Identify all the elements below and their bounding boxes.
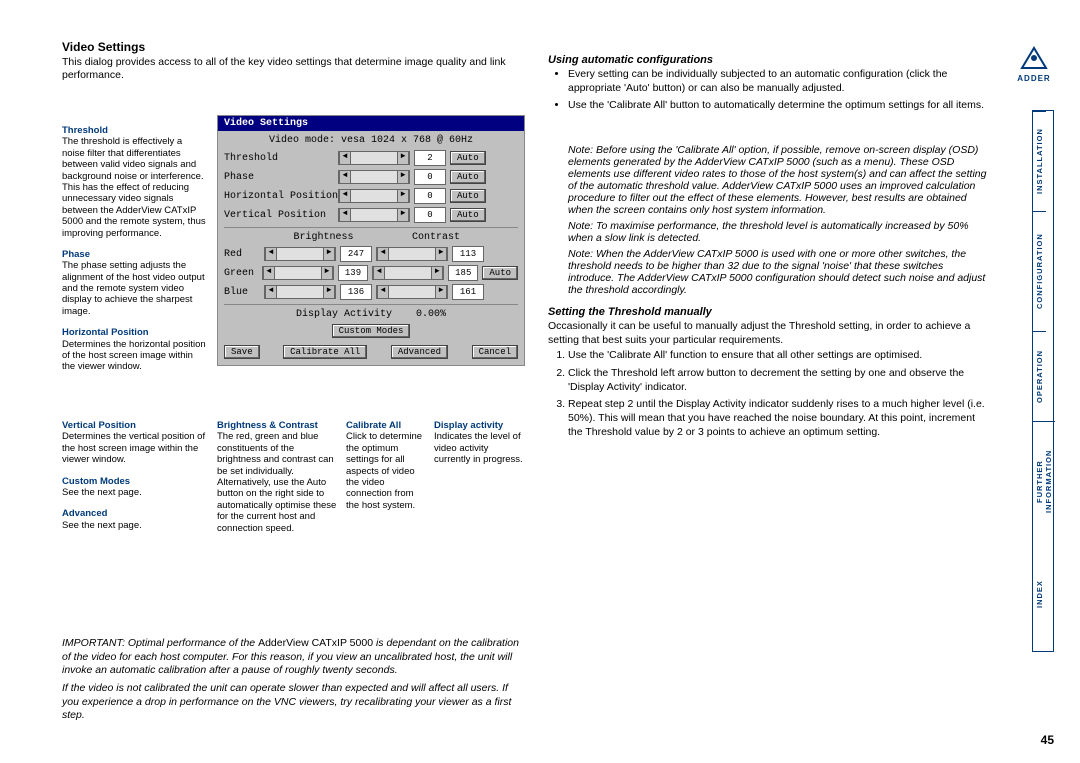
arrow-right-icon[interactable]: ►: [435, 286, 447, 298]
brightness-value[interactable]: 136: [340, 284, 372, 300]
note-text: Note: When the AdderView CATxIP 5000 is …: [568, 248, 988, 296]
slider[interactable]: ◄►: [264, 285, 336, 299]
intro-text: This dialog provides access to all of th…: [62, 56, 522, 82]
display-activity-label: Display Activity: [296, 309, 392, 320]
value-field[interactable]: 0: [414, 188, 446, 204]
definition-block: AdvancedSee the next page.: [62, 508, 207, 531]
value-field[interactable]: 2: [414, 150, 446, 166]
heading-auto-config: Using automatic configurations: [548, 54, 988, 66]
auto-button[interactable]: Auto: [450, 151, 486, 165]
manual-intro: Occasionally it can be useful to manuall…: [548, 320, 988, 347]
setting-row: Phase◄►0Auto: [224, 169, 518, 185]
cancel-button[interactable]: Cancel: [472, 345, 518, 359]
arrow-left-icon[interactable]: ◄: [377, 248, 389, 260]
slider[interactable]: ◄►: [264, 247, 336, 261]
bullet-item: Use the 'Calibrate All' button to automa…: [568, 99, 988, 140]
slider[interactable]: ◄►: [372, 266, 444, 280]
calibrate-all-button[interactable]: Calibrate All: [283, 345, 367, 359]
arrow-right-icon[interactable]: ►: [397, 209, 409, 221]
arrow-left-icon[interactable]: ◄: [377, 286, 389, 298]
brightness-value[interactable]: 247: [340, 246, 372, 262]
contrast-value[interactable]: 161: [452, 284, 484, 300]
definition-block: Display activityIndicates the level of v…: [434, 420, 524, 466]
setting-row: Vertical Position◄►0Auto: [224, 207, 518, 223]
definition-block: ThresholdThe threshold is effectively a …: [62, 125, 207, 239]
slider[interactable]: ◄►: [338, 208, 410, 222]
arrow-right-icon[interactable]: ►: [321, 267, 333, 279]
step-item: Click the Threshold left arrow button to…: [568, 367, 988, 394]
brightness-value[interactable]: 139: [338, 265, 368, 281]
arrow-left-icon[interactable]: ◄: [339, 152, 351, 164]
nav-tab[interactable]: CONFIGURATION: [1033, 211, 1046, 331]
color-row: Red◄►247◄►113: [224, 246, 518, 262]
contrast-value[interactable]: 113: [452, 246, 484, 262]
adder-logo: ADDER: [1014, 44, 1054, 83]
heading-manual-threshold: Setting the Threshold manually: [548, 306, 988, 318]
definition-block: Brightness & ContrastThe red, green and …: [217, 420, 337, 534]
custom-modes-button[interactable]: Custom Modes: [332, 324, 411, 338]
contrast-header: Contrast: [381, 232, 491, 243]
definition-block: PhaseThe phase setting adjusts the align…: [62, 249, 207, 317]
display-activity-value: 0.00%: [416, 309, 446, 320]
dialog-title: Video Settings: [218, 116, 524, 131]
arrow-right-icon[interactable]: ►: [397, 190, 409, 202]
slider[interactable]: ◄►: [338, 189, 410, 203]
arrow-left-icon[interactable]: ◄: [339, 209, 351, 221]
arrow-right-icon[interactable]: ►: [397, 152, 409, 164]
arrow-right-icon[interactable]: ►: [323, 286, 335, 298]
definition-block: Custom ModesSee the next page.: [62, 476, 207, 499]
video-mode-label: Video mode: vesa 1024 x 768 @ 60Hz: [224, 135, 518, 146]
auto-button[interactable]: Auto: [450, 189, 486, 203]
value-field[interactable]: 0: [414, 169, 446, 185]
arrow-left-icon[interactable]: ◄: [373, 267, 385, 279]
contrast-value[interactable]: 185: [448, 265, 478, 281]
arrow-left-icon[interactable]: ◄: [339, 171, 351, 183]
definition-block: Horizontal PositionDetermines the horizo…: [62, 327, 207, 373]
setting-row: Horizontal Position◄►0Auto: [224, 188, 518, 204]
video-settings-dialog: Video Settings Video mode: vesa 1024 x 7…: [217, 115, 525, 366]
nav-tab[interactable]: FURTHER INFORMATION: [1033, 421, 1055, 541]
setting-row: Threshold◄►2Auto: [224, 150, 518, 166]
nav-tab[interactable]: INSTALLATION: [1033, 111, 1046, 211]
page-title: Video Settings: [62, 40, 522, 54]
auto-button[interactable]: Auto: [482, 266, 518, 280]
arrow-left-icon[interactable]: ◄: [265, 286, 277, 298]
value-field[interactable]: 0: [414, 207, 446, 223]
page-number: 45: [1041, 733, 1054, 747]
advanced-button[interactable]: Advanced: [391, 345, 448, 359]
arrow-left-icon[interactable]: ◄: [265, 248, 277, 260]
color-row: Green◄►139◄►185Auto: [224, 265, 518, 281]
arrow-right-icon[interactable]: ►: [323, 248, 335, 260]
brightness-header: Brightness: [266, 232, 381, 243]
arrow-right-icon[interactable]: ►: [397, 171, 409, 183]
slider[interactable]: ◄►: [376, 247, 448, 261]
bullet-item: Every setting can be individually subjec…: [568, 68, 988, 95]
auto-button[interactable]: Auto: [450, 208, 486, 222]
slider[interactable]: ◄►: [262, 266, 334, 280]
definition-block: Calibrate AllClick to determine the opti…: [346, 420, 426, 511]
save-button[interactable]: Save: [224, 345, 260, 359]
note-text: Note: To maximise performance, the thres…: [568, 220, 988, 244]
color-row: Blue◄►136◄►161: [224, 284, 518, 300]
arrow-right-icon[interactable]: ►: [431, 267, 443, 279]
nav-tab[interactable]: OPERATION: [1033, 331, 1046, 421]
nav-sidebar: INSTALLATIONCONFIGURATIONOPERATIONFURTHE…: [1032, 110, 1054, 652]
arrow-left-icon[interactable]: ◄: [339, 190, 351, 202]
step-item: Use the 'Calibrate All' function to ensu…: [568, 349, 988, 363]
important-note: IMPORTANT: Optimal performance of the Ad…: [62, 637, 522, 723]
nav-tab[interactable]: INDEX: [1033, 541, 1046, 647]
definition-block: Vertical PositionDetermines the vertical…: [62, 420, 207, 466]
note-text: Note: Before using the 'Calibrate All' o…: [568, 144, 988, 216]
arrow-left-icon[interactable]: ◄: [263, 267, 275, 279]
step-item: Repeat step 2 until the Display Activity…: [568, 398, 988, 439]
arrow-right-icon[interactable]: ►: [435, 248, 447, 260]
slider[interactable]: ◄►: [376, 285, 448, 299]
slider[interactable]: ◄►: [338, 151, 410, 165]
auto-button[interactable]: Auto: [450, 170, 486, 184]
slider[interactable]: ◄►: [338, 170, 410, 184]
